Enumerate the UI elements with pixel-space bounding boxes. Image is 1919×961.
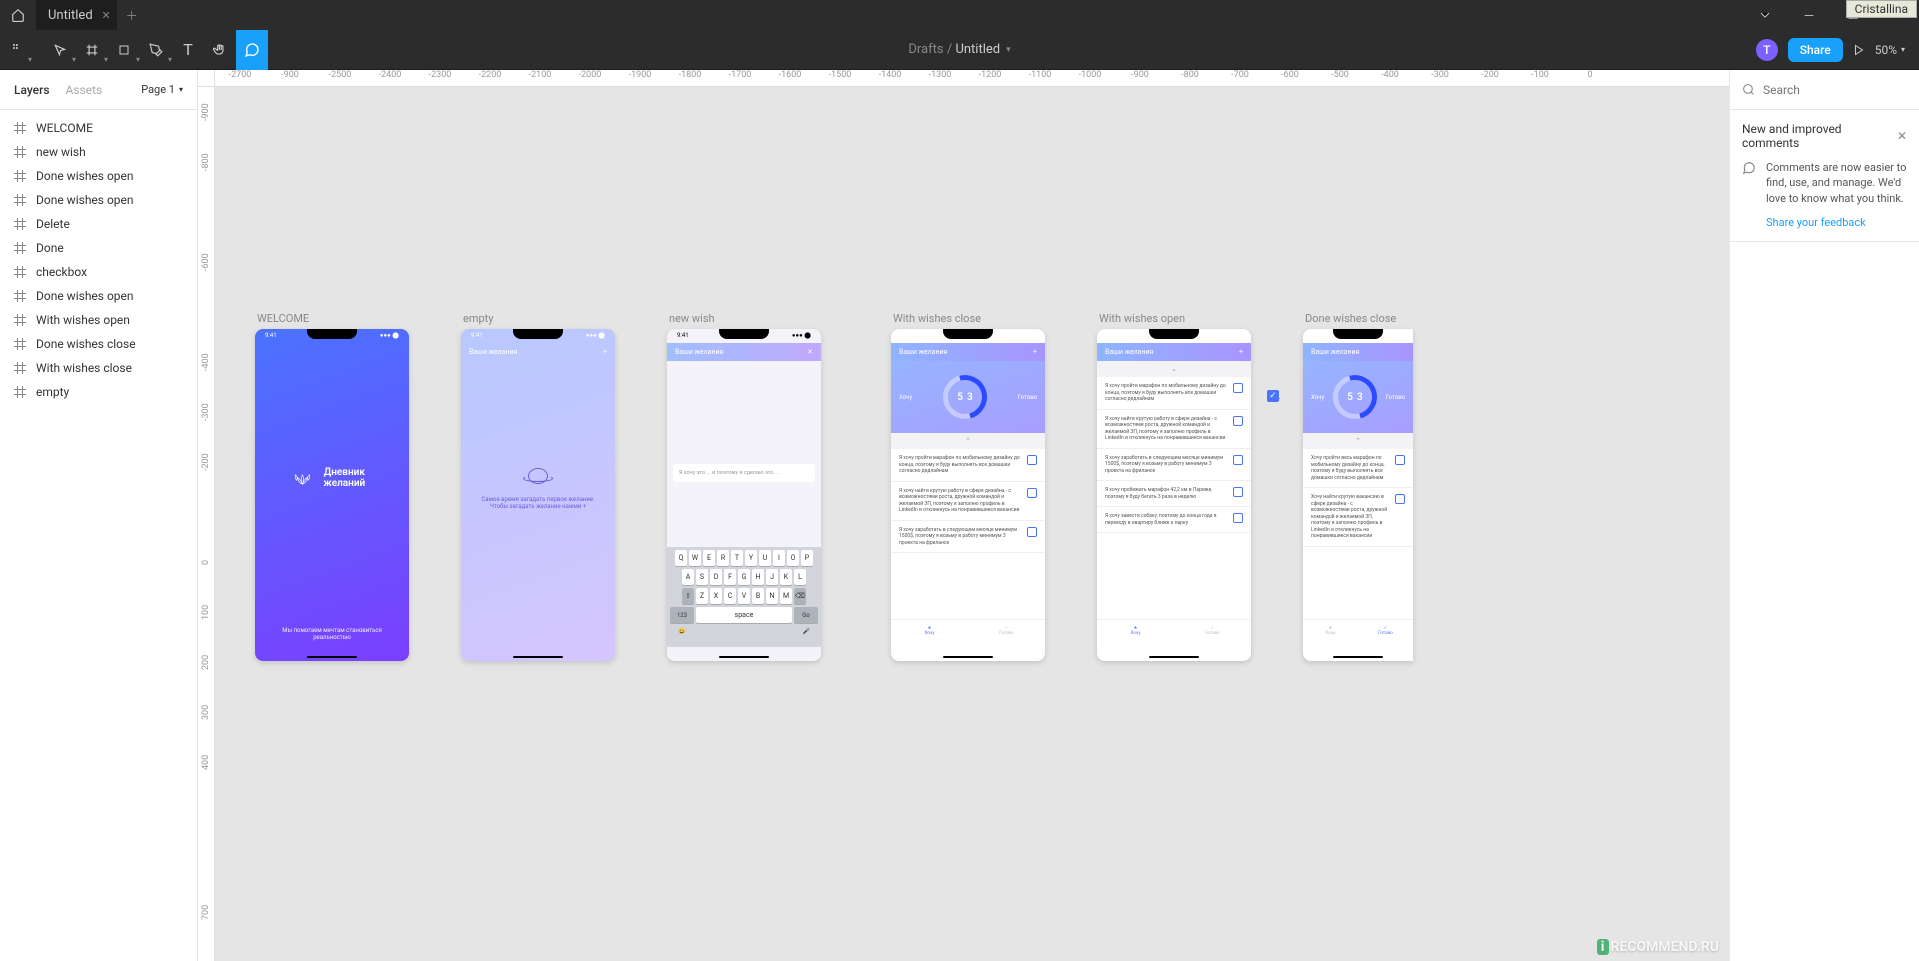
right-panel: New and improved comments ✕ Comments are… — [1729, 70, 1919, 961]
ruler-horizontal: -2700-900-2500-2400-2300-2200-2100-2000-… — [215, 70, 1729, 87]
pen-tool[interactable]: ▾ — [140, 30, 172, 70]
frame-icon — [14, 218, 26, 230]
home-button[interactable] — [0, 8, 36, 22]
shape-tool[interactable]: ▾ — [108, 30, 140, 70]
zoom-control[interactable]: 50%▾ — [1875, 43, 1905, 57]
layer-item[interactable]: empty — [0, 380, 197, 404]
layer-label: checkbox — [36, 265, 87, 279]
layer-label: empty — [36, 385, 69, 399]
main-menu-button[interactable]: ▾ — [0, 30, 32, 70]
frame-done-wishes-close[interactable]: Done wishes closec...9:41●●● ⬤Ваши желан… — [1303, 312, 1413, 661]
toolbar: ▾ ▾ ▾ ▾ ▾ T Drafts / Untitled ▾ — [0, 30, 1919, 70]
frame-icon — [14, 266, 26, 278]
document-tab[interactable]: Untitled ✕ — [36, 0, 117, 30]
comment-icon — [1742, 161, 1758, 206]
layer-item[interactable]: Done wishes open — [0, 188, 197, 212]
overlay-username: Cristallina — [1846, 0, 1917, 18]
layer-label: Done wishes open — [36, 193, 134, 207]
layer-item[interactable]: Delete — [0, 212, 197, 236]
watermark: iRECOMMEND.RU — [1597, 939, 1719, 955]
layer-item[interactable]: WELCOME — [0, 116, 197, 140]
layer-label: new wish — [36, 145, 86, 159]
frame-icon — [14, 290, 26, 302]
layer-item[interactable]: checkbox — [0, 260, 197, 284]
layer-label: Done wishes open — [36, 169, 134, 183]
search-icon — [1742, 83, 1755, 96]
notice-title: New and improved comments — [1742, 122, 1897, 150]
layer-list: WELCOME new wish Done wishes open Done wish… — [0, 110, 197, 410]
layer-label: Done wishes close — [36, 337, 136, 351]
window-collapse-icon[interactable] — [1743, 0, 1787, 30]
frame-icon — [14, 338, 26, 350]
page-selector[interactable]: Page 1▾ — [141, 83, 183, 96]
search-input[interactable] — [1763, 83, 1919, 97]
move-tool[interactable]: ▾ — [44, 30, 76, 70]
canvas[interactable]: -2700-900-2500-2400-2300-2200-2100-2000-… — [198, 70, 1729, 961]
titlebar: Untitled ✕ ＋ ─ ☐ ✕ — [0, 0, 1919, 30]
breadcrumb-folder: Drafts — [908, 42, 943, 57]
frame-icon — [14, 146, 26, 158]
breadcrumb-file: Untitled — [955, 42, 1000, 57]
layer-item[interactable]: new wish — [0, 140, 197, 164]
frame-new-wish[interactable]: new wish9:41●●● ⬤Ваши желания✕Я хочу это… — [667, 312, 821, 661]
hand-tool[interactable] — [204, 30, 236, 70]
notice-link[interactable]: Share your feedback — [1766, 216, 1907, 229]
layer-item[interactable]: Done — [0, 236, 197, 260]
frame-wishes-close[interactable]: With wishes close9:41●●● ⬤Ваши желания+Х… — [891, 312, 1045, 661]
layer-label: Delete — [36, 217, 70, 231]
add-tab-button[interactable]: ＋ — [117, 7, 147, 24]
layer-label: Done — [36, 241, 64, 255]
chevron-down-icon: ▾ — [1006, 45, 1011, 55]
layer-label: With wishes close — [36, 361, 132, 375]
share-button[interactable]: Share — [1788, 38, 1843, 62]
close-notice-icon[interactable]: ✕ — [1897, 129, 1907, 143]
ruler-vertical: -900-800-600-400-300-2000100200300400700 — [198, 87, 215, 961]
frame-icon — [14, 314, 26, 326]
frame-icon — [14, 386, 26, 398]
frame-icon — [14, 194, 26, 206]
tab-label: Untitled — [48, 8, 93, 23]
ruler-corner — [198, 70, 215, 87]
frame-wishes-open[interactable]: With wishes open9:41●●● ⬤Ваши желания+⌄Я… — [1097, 312, 1251, 661]
layer-label: WELCOME — [36, 121, 93, 135]
window-minimize-icon[interactable]: ─ — [1787, 0, 1831, 30]
comment-tool[interactable] — [236, 30, 268, 70]
layer-label: Done wishes open — [36, 289, 134, 303]
tab-assets[interactable]: Assets — [66, 83, 103, 97]
frame-icon — [14, 170, 26, 182]
notice-body: Comments are now easier to find, use, an… — [1766, 160, 1907, 206]
frame-icon — [14, 362, 26, 374]
frame-welcome[interactable]: WELCOME9:41●●● ⬤Дневник желанийМы помога… — [255, 312, 409, 661]
text-tool[interactable]: T — [172, 30, 204, 70]
frame-empty[interactable]: empty9:41●●● ⬤Ваши желания+Самое время з… — [461, 312, 615, 661]
present-button[interactable] — [1853, 44, 1865, 56]
layer-item[interactable]: Done wishes open — [0, 164, 197, 188]
layer-item[interactable]: Done wishes open — [0, 284, 197, 308]
frame-icon — [14, 242, 26, 254]
layer-item[interactable]: With wishes open — [0, 308, 197, 332]
frame-icon — [14, 122, 26, 134]
layer-label: With wishes open — [36, 313, 130, 327]
frame-tool[interactable]: ▾ — [76, 30, 108, 70]
close-tab-icon[interactable]: ✕ — [101, 9, 110, 22]
left-panel: Layers Assets Page 1▾ WELCOME new wish Don… — [0, 70, 198, 961]
layer-item[interactable]: With wishes close — [0, 356, 197, 380]
breadcrumb[interactable]: Drafts / Untitled ▾ — [908, 42, 1010, 57]
layer-item[interactable]: Done wishes close — [0, 332, 197, 356]
avatar[interactable]: T — [1756, 39, 1778, 61]
tab-layers[interactable]: Layers — [14, 83, 50, 97]
